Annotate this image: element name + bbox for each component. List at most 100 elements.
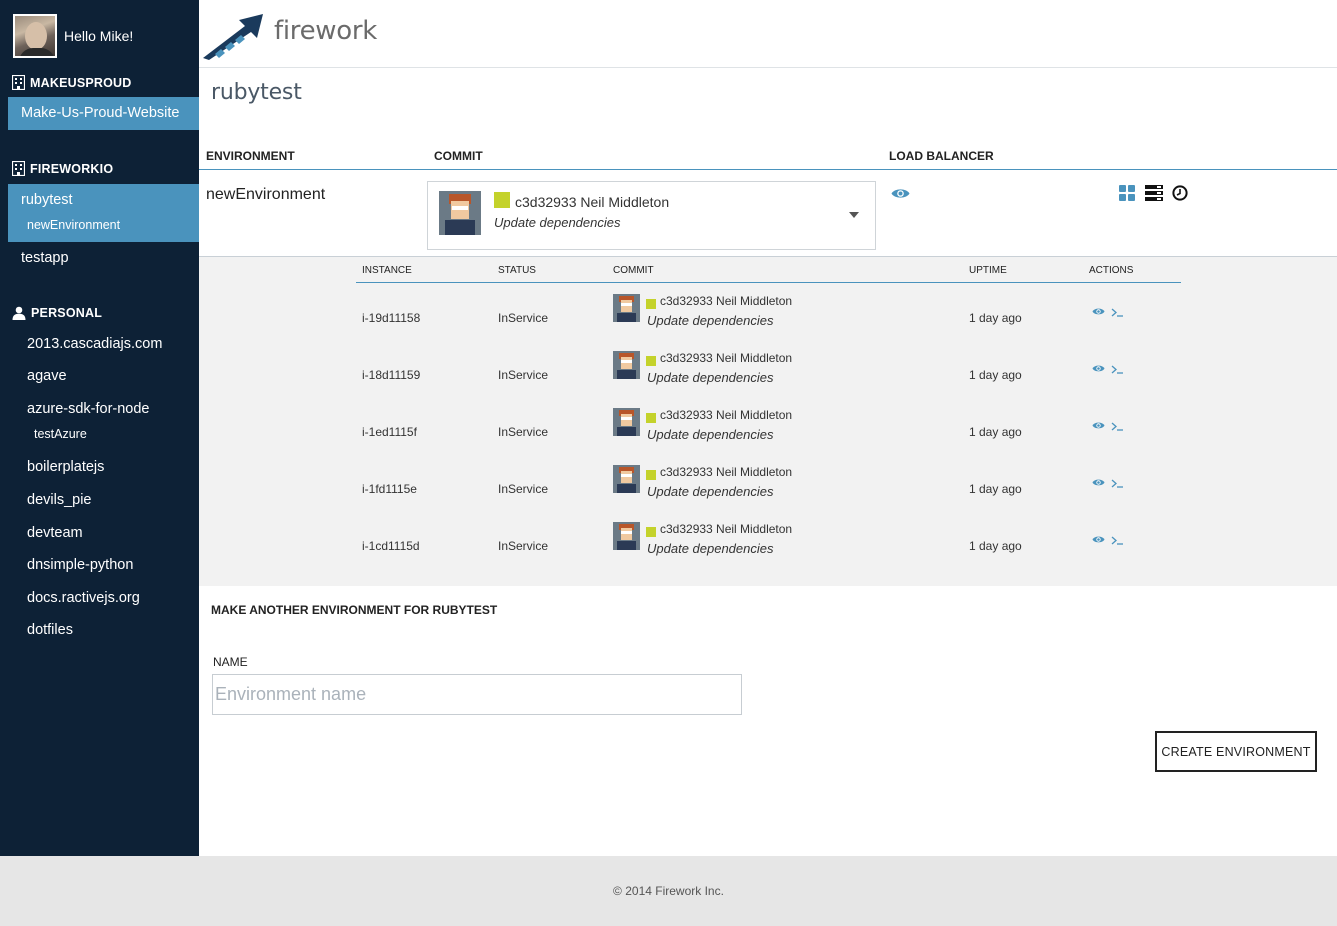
commit-label: c3d32933 Neil Middleton [660, 408, 793, 422]
column-header-commit: COMMIT [613, 265, 654, 276]
terminal-icon[interactable] [1111, 365, 1124, 374]
sidebar-item-devteam[interactable]: devteam [27, 525, 197, 541]
instance-id: i-18d11159 [362, 368, 421, 382]
eye-icon[interactable] [1092, 535, 1105, 544]
sidebar-item-docs-ractivejs-org[interactable]: docs.ractivejs.org [27, 590, 197, 606]
sidebar-item-label: boilerplatejs [27, 459, 105, 475]
instance-status: InService [498, 482, 549, 496]
environment-name-input[interactable] [212, 674, 742, 715]
table-row: i-1ed1115f InService c3d32933 Neil Middl… [356, 401, 1181, 458]
environment-table-header: ENVIRONMENT COMMIT LOAD BALANCER [199, 144, 1337, 170]
commit-color-swatch [646, 299, 656, 309]
user-avatar [13, 14, 57, 58]
group-title-makeusproud[interactable]: MAKEUSPROUD [12, 75, 132, 90]
sidebar-item-boilerplatejs[interactable]: boilerplatejs [27, 459, 197, 475]
brand-name: firework [274, 16, 378, 46]
server-stack-icon[interactable] [1145, 185, 1163, 201]
dashboard-grid-icon[interactable] [1119, 185, 1135, 201]
commit-message: Update dependencies [647, 370, 774, 385]
sidebar-subitem-testazure[interactable]: testAzure [34, 427, 87, 441]
sidebar-item-label: Make-Us-Proud-Website [21, 105, 180, 121]
create-environment-button[interactable]: CREATE ENVIRONMENT [1155, 731, 1317, 772]
commit-author-avatar [613, 522, 640, 550]
commit-label: c3d32933 Neil Middleton [515, 194, 670, 210]
instance-id: i-1fd1115e [362, 482, 417, 496]
instance-uptime: 1 day ago [969, 482, 1022, 496]
instance-uptime: 1 day ago [969, 539, 1022, 553]
column-header-environment: ENVIRONMENT [206, 149, 295, 163]
commit-color-swatch [646, 470, 656, 480]
sidebar-item-rubytest[interactable]: rubytest newEnvironment [8, 184, 199, 242]
commit-message: Update dependencies [647, 484, 774, 499]
instance-uptime: 1 day ago [969, 311, 1022, 325]
column-header-uptime: UPTIME [969, 265, 1007, 276]
firework-logo-icon[interactable] [201, 8, 265, 60]
commit-message: Update dependencies [494, 215, 621, 230]
instance-status: InService [498, 368, 549, 382]
commit-author-avatar [439, 191, 481, 235]
user-block[interactable]: Hello Mike! [13, 14, 133, 58]
sidebar-item-devils-pie[interactable]: devils_pie [27, 492, 197, 508]
sidebar-subitem-newenvironment[interactable]: newEnvironment [27, 218, 120, 232]
commit-label: c3d32933 Neil Middleton [660, 465, 793, 479]
commit-color-swatch [494, 192, 510, 208]
eye-icon[interactable] [1092, 478, 1105, 487]
environment-name[interactable]: newEnvironment [206, 186, 325, 204]
sidebar-item-dotfiles[interactable]: dotfiles [27, 622, 197, 638]
commit-author-avatar [613, 351, 640, 379]
eye-icon[interactable] [1092, 307, 1105, 316]
commit-label: c3d32933 Neil Middleton [660, 294, 793, 308]
sidebar-item-2013-cascadiajs-com[interactable]: 2013.cascadiajs.com [27, 336, 197, 352]
instance-status: InService [498, 425, 549, 439]
instances-panel: INSTANCE STATUS COMMIT UPTIME ACTIONS i-… [199, 257, 1337, 586]
sidebar-item-label: testapp [21, 250, 69, 266]
eye-icon[interactable] [1092, 364, 1105, 373]
commit-message: Update dependencies [647, 427, 774, 442]
instance-uptime: 1 day ago [969, 368, 1022, 382]
commit-message: Update dependencies [647, 313, 774, 328]
table-row: i-1fd1115e InService c3d32933 Neil Middl… [356, 458, 1181, 515]
name-label: NAME [213, 655, 248, 669]
eye-icon[interactable] [891, 187, 910, 200]
column-header-actions: ACTIONS [1089, 265, 1134, 276]
sidebar-item-label: dotfiles [27, 622, 73, 638]
commit-color-swatch [646, 413, 656, 423]
sidebar-item-label: 2013.cascadiajs.com [27, 336, 163, 352]
sidebar-item-label: dnsimple-python [27, 557, 134, 573]
commit-select[interactable]: c3d32933 Neil Middleton Update dependenc… [427, 181, 876, 250]
sidebar-item-label: devteam [27, 525, 83, 541]
sidebar-item-label: agave [27, 368, 67, 384]
sidebar-item-label: devils_pie [27, 492, 92, 508]
page-title: rubytest [211, 80, 302, 105]
group-title-label: FIREWORKIO [30, 161, 114, 176]
terminal-icon[interactable] [1111, 536, 1124, 545]
commit-author-avatar [613, 408, 640, 436]
sidebar-item-make-us-proud-website[interactable]: Make-Us-Proud-Website [8, 97, 199, 130]
group-title-label: MAKEUSPROUD [30, 75, 132, 90]
create-environment-title: MAKE ANOTHER ENVIRONMENT FOR RUBYTEST [211, 603, 498, 617]
footer-copyright: © 2014 Firework Inc. [613, 884, 724, 898]
group-title-fireworkio[interactable]: FIREWORKIO [12, 161, 113, 176]
instance-uptime: 1 day ago [969, 425, 1022, 439]
commit-label: c3d32933 Neil Middleton [660, 522, 793, 536]
sidebar-item-azure-sdk-for-node[interactable]: azure-sdk-for-node [27, 401, 197, 417]
terminal-icon[interactable] [1111, 422, 1124, 431]
sidebar-item-testapp[interactable]: testapp [8, 250, 199, 274]
group-title-personal[interactable]: PERSONAL [12, 306, 102, 320]
sidebar-item-dnsimple-python[interactable]: dnsimple-python [27, 557, 197, 573]
environment-row: newEnvironment c3d32933 Neil Middleton U… [199, 170, 1337, 257]
instance-status: InService [498, 539, 549, 553]
building-icon [12, 161, 25, 176]
terminal-icon[interactable] [1111, 308, 1124, 317]
group-title-label: PERSONAL [31, 306, 103, 320]
terminal-icon[interactable] [1111, 479, 1124, 488]
sidebar: Hello Mike! MAKEUSPROUD Make-Us-Proud-We… [0, 0, 199, 856]
sidebar-item-label: azure-sdk-for-node [27, 401, 150, 417]
column-header-commit: COMMIT [434, 149, 483, 163]
commit-message: Update dependencies [647, 541, 774, 556]
commit-color-swatch [646, 527, 656, 537]
clock-icon[interactable] [1172, 185, 1188, 201]
sidebar-item-agave[interactable]: agave [27, 368, 197, 384]
commit-author-avatar [613, 294, 640, 322]
eye-icon[interactable] [1092, 421, 1105, 430]
